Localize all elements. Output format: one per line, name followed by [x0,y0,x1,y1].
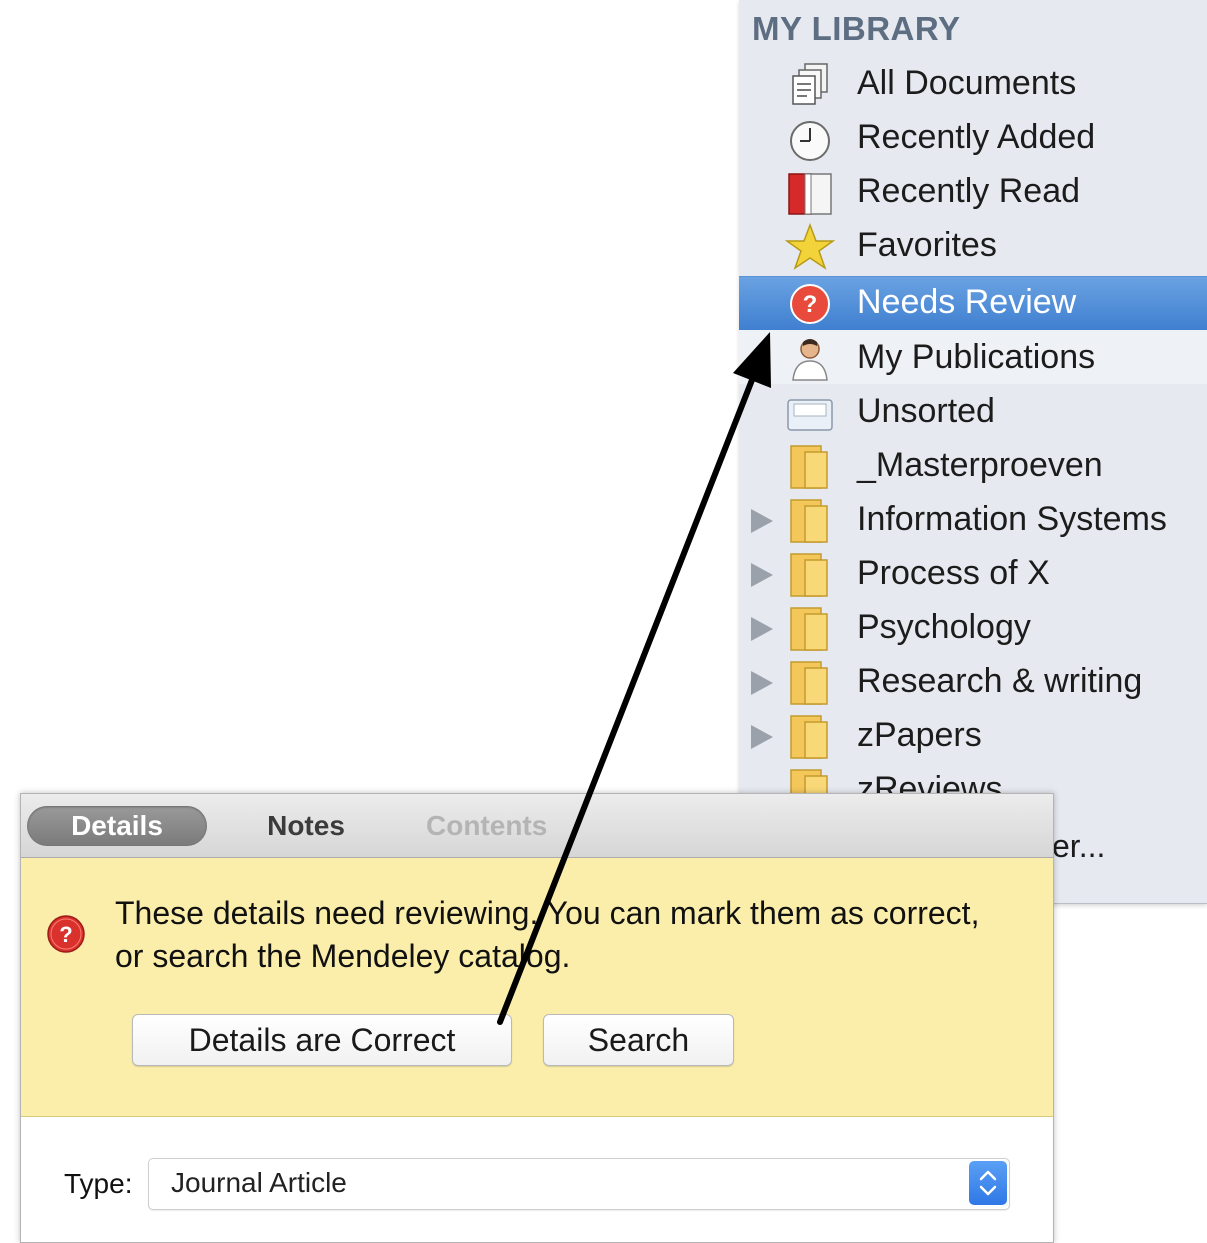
type-select[interactable]: Journal Article [148,1158,1010,1210]
tray-icon [787,399,833,431]
sidebar-item-label: Favorites [857,226,997,264]
type-value: Journal Article [171,1167,347,1198]
type-label: Type: [64,1168,133,1199]
sidebar-item-research-writing[interactable]: Research & writing [739,654,1207,708]
all-documents-icon [792,63,828,105]
sidebar-item-recently-read[interactable]: Recently Read [739,164,1207,218]
sidebar-item-label: Recently Read [857,172,1081,210]
sidebar-item-label: Process of X [857,554,1050,592]
clock-icon [790,121,830,161]
folder-icon [790,661,828,705]
question-icon: ? [790,284,830,324]
sidebar-item-zpapers[interactable]: zPapers [739,708,1207,762]
search-catalog-button[interactable]: Search [543,1014,734,1066]
disclosure-arrow-icon[interactable] [751,509,773,533]
tab-details[interactable]: Details [27,806,207,846]
sidebar-item-information-systems[interactable]: Information Systems [739,492,1207,546]
sidebar-item-needs-review[interactable]: ? Needs Review [739,276,1207,332]
sidebar-item-favorites[interactable]: Favorites [739,218,1207,272]
sidebar-item-unsorted[interactable]: Unsorted [739,384,1207,438]
tab-notes[interactable]: Notes [251,806,361,846]
details-are-correct-button[interactable]: Details are Correct [132,1014,512,1066]
star-icon [785,222,835,270]
sidebar-header: MY LIBRARY [752,10,961,47]
sidebar-item-recently-added[interactable]: Recently Added [739,110,1207,164]
sidebar-item-label: Information Systems [857,500,1167,538]
book-icon [788,173,832,215]
sidebar-partial-item-label[interactable]: er... [1052,828,1105,865]
review-message: These details need reviewing. You can ma… [115,895,980,974]
warning-question-icon: ? [47,915,85,953]
sidebar-item-label: Psychology [857,608,1031,646]
person-icon [792,339,828,381]
sidebar-item-label: Unsorted [857,392,995,430]
sidebar-item-psychology[interactable]: Psychology [739,600,1207,654]
sidebar-item-label: My Publications [857,338,1096,376]
sidebar-item-all-documents[interactable]: All Documents [739,56,1207,110]
sidebar-item-label: _Masterproeven [857,446,1103,484]
sidebar-item-label: zPapers [857,716,982,754]
sidebar-item-masterproeven[interactable]: _Masterproeven [739,438,1207,492]
disclosure-arrow-icon[interactable] [751,671,773,695]
sidebar-item-my-publications[interactable]: My Publications [739,330,1207,384]
disclosure-arrow-icon[interactable] [751,563,773,587]
disclosure-arrow-icon[interactable] [751,617,773,641]
sidebar-item-label: Recently Added [857,118,1096,156]
folder-icon [790,499,828,543]
panel-tab-bar: Details Notes Contents [21,794,1053,858]
disclosure-arrow-icon[interactable] [751,725,773,749]
sidebar-item-label: All Documents [857,64,1077,102]
select-stepper-icon[interactable] [969,1161,1007,1205]
details-panel: Details Notes Contents ? These details n… [20,793,1054,1243]
library-sidebar: MY LIBRARY All Documents Recently Added … [739,0,1207,904]
sidebar-item-process-of-x[interactable]: Process of X [739,546,1207,600]
sidebar-item-label: Needs Review [857,283,1077,321]
folder-icon [790,445,828,489]
folder-icon [790,715,828,759]
svg-text:?: ? [803,291,818,318]
needs-review-banner: ? These details need reviewing. You can … [21,858,1053,1117]
tab-contents: Contents [426,810,548,841]
svg-text:?: ? [59,922,72,947]
sidebar-item-label: Research & writing [857,662,1143,700]
folder-icon [790,607,828,651]
folder-icon [790,553,828,597]
